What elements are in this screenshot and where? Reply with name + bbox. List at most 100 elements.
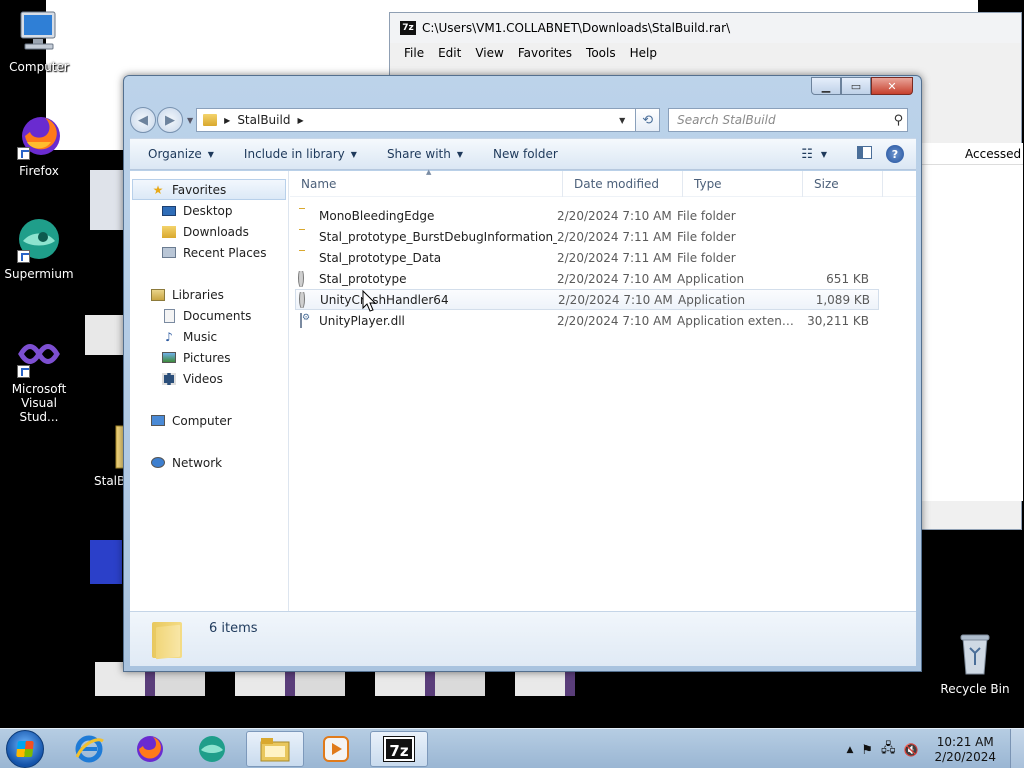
close-button[interactable]: ✕ — [871, 77, 913, 95]
taskbar-media-player[interactable] — [307, 731, 365, 767]
desktop-icon-computer[interactable]: Computer — [0, 8, 78, 74]
nav-downloads[interactable]: Downloads — [130, 221, 288, 242]
details-view-icon: ☷ — [801, 146, 813, 162]
cursor-arrow-icon — [362, 290, 376, 312]
view-options-button[interactable]: ☷ ▼ — [801, 147, 827, 162]
folder-icon — [203, 114, 218, 126]
breadcrumb-arrow-icon[interactable]: ▶ — [297, 116, 303, 125]
desktop-noise — [85, 315, 125, 355]
file-row[interactable]: MonoBleedingEdge 2/20/2024 7:10 AM File … — [295, 205, 879, 226]
supermium-icon — [199, 736, 225, 762]
desktop-icon-visual-studio[interactable]: Microsoft Visual Stud... — [0, 330, 78, 424]
folder-icon — [298, 208, 314, 224]
dll-file-icon — [298, 312, 314, 329]
chevron-down-icon: ▼ — [820, 149, 827, 159]
desktop-icon-recycle-bin[interactable]: Recycle Bin — [936, 630, 1014, 696]
downloads-folder-icon — [161, 224, 177, 240]
refresh-button[interactable]: ⟲ — [636, 108, 661, 132]
share-with-button[interactable]: Share with ▼ — [387, 147, 463, 161]
7zip-menu-edit[interactable]: Edit — [438, 46, 461, 60]
file-list-pane[interactable]: ▲ Name Date modified Type Size MonoBleed… — [290, 168, 916, 611]
nav-libraries[interactable]: Libraries — [130, 284, 288, 305]
address-toolbar: ◀ ▶ ▼ ▶ StalBuild ▶ ▼ ⟲ Search StalBuild… — [130, 105, 916, 135]
file-row[interactable]: Stal_prototype_BurstDebugInformation_...… — [295, 226, 879, 247]
nav-desktop[interactable]: Desktop — [130, 200, 288, 221]
taskbar-firefox[interactable] — [121, 731, 179, 767]
address-dropdown-icon[interactable]: ▼ — [619, 116, 635, 125]
forward-arrow-icon: ▶ — [165, 112, 175, 128]
column-date-modified[interactable]: Date modified — [563, 170, 683, 197]
show-desktop-button[interactable] — [1010, 729, 1024, 768]
recent-places-icon — [161, 245, 177, 261]
7zip-menu-favorites[interactable]: Favorites — [518, 46, 572, 60]
nav-network[interactable]: Network — [130, 452, 288, 473]
new-folder-button[interactable]: New folder — [493, 147, 558, 161]
column-size[interactable]: Size — [803, 170, 883, 197]
file-row[interactable]: Stal_prototype 2/20/2024 7:10 AM Applica… — [295, 268, 879, 289]
details-pane: 6 items — [130, 611, 916, 666]
nav-music[interactable]: ♪ Music — [130, 326, 288, 347]
explorer-window[interactable]: ▁ ▭ ✕ ◀ ▶ ▼ ▶ StalBuild ▶ ▼ ⟲ Search Sta… — [123, 75, 922, 672]
file-row[interactable]: UnityCrashHandler64 2/20/2024 7:10 AM Ap… — [295, 289, 879, 310]
sort-ascending-icon: ▲ — [426, 168, 432, 176]
firefox-icon — [137, 736, 163, 762]
breadcrumb-arrow-icon[interactable]: ▶ — [224, 116, 230, 125]
forward-button[interactable]: ▶ — [157, 107, 183, 133]
documents-icon — [161, 308, 177, 324]
breadcrumb-stalbuild[interactable]: StalBuild — [237, 113, 290, 127]
taskbar-windows-explorer[interactable] — [246, 731, 304, 767]
nav-documents[interactable]: Documents — [130, 305, 288, 326]
search-input[interactable]: Search StalBuild ⚲ — [668, 108, 909, 132]
help-button[interactable]: ? — [886, 145, 904, 163]
network-tray-icon[interactable]: 🖧 — [881, 739, 896, 761]
search-icon[interactable]: ⚲ — [894, 113, 904, 128]
desktop-icon-supermium[interactable]: Supermium — [0, 215, 78, 281]
taskbar-supermium[interactable] — [183, 731, 241, 767]
7zip-menu-tools[interactable]: Tools — [586, 46, 616, 60]
nav-recent-places[interactable]: Recent Places — [130, 242, 288, 263]
desktop-noise — [90, 540, 122, 584]
preview-pane-button[interactable] — [857, 146, 872, 162]
volume-muted-icon[interactable]: 🔇 — [904, 743, 919, 757]
file-row[interactable]: UnityPlayer.dll 2/20/2024 7:10 AM Applic… — [295, 310, 879, 331]
7zip-titlebar[interactable]: 7z C:\Users\VM1.COLLABNET\Downloads\Stal… — [390, 13, 1021, 43]
nav-videos[interactable]: Videos — [130, 368, 288, 389]
7zip-column-accessed[interactable]: Accessed — [920, 143, 1023, 165]
minimize-button[interactable]: ▁ — [811, 77, 841, 95]
desktop-icon-stalbuild[interactable]: StalBu — [76, 422, 141, 488]
nav-favorites[interactable]: ★ Favorites — [132, 179, 286, 200]
7zip-menu-view[interactable]: View — [475, 46, 503, 60]
show-hidden-icons-button[interactable]: ▲ — [846, 745, 853, 755]
clock[interactable]: 10:21 AM 2/20/2024 — [934, 735, 996, 765]
visual-studio-icon — [15, 330, 63, 378]
maximize-button[interactable]: ▭ — [841, 77, 871, 95]
7zip-menu-help[interactable]: Help — [630, 46, 657, 60]
unity-app-icon — [299, 291, 315, 308]
shortcut-arrow-icon — [17, 365, 30, 378]
unity-app-icon — [298, 270, 314, 287]
back-button[interactable]: ◀ — [130, 107, 156, 133]
windows-explorer-icon — [260, 738, 290, 762]
desktop-icon-firefox[interactable]: Firefox — [0, 112, 78, 178]
column-type[interactable]: Type — [683, 170, 803, 197]
nav-computer[interactable]: Computer — [130, 410, 288, 431]
7zip-menu-file[interactable]: File — [404, 46, 424, 60]
7zip-file-list[interactable] — [920, 165, 1023, 501]
include-in-library-button[interactable]: Include in library ▼ — [244, 147, 357, 161]
taskbar-7zip[interactable]: 7z — [370, 731, 428, 767]
item-count: 6 items — [209, 621, 258, 636]
start-button[interactable] — [6, 730, 44, 768]
libraries-icon — [150, 287, 166, 303]
taskbar-internet-explorer[interactable] — [60, 731, 118, 767]
shortcut-arrow-icon — [17, 147, 30, 160]
navigation-pane[interactable]: ★ Favorites Desktop Downloads Recent Plac… — [130, 171, 289, 611]
supermium-icon — [15, 215, 63, 263]
action-center-flag-icon[interactable]: ⚑ — [861, 743, 873, 758]
file-row[interactable]: Stal_prototype_Data 2/20/2024 7:11 AM Fi… — [295, 247, 879, 268]
folder-large-icon — [152, 622, 182, 658]
command-bar: Organize ▼ Include in library ▼ Share with… — [130, 138, 916, 170]
nav-pictures[interactable]: Pictures — [130, 347, 288, 368]
organize-button[interactable]: Organize ▼ — [148, 147, 214, 161]
recent-pages-dropdown[interactable]: ▼ — [187, 116, 193, 125]
address-bar[interactable]: ▶ StalBuild ▶ ▼ — [196, 108, 637, 132]
